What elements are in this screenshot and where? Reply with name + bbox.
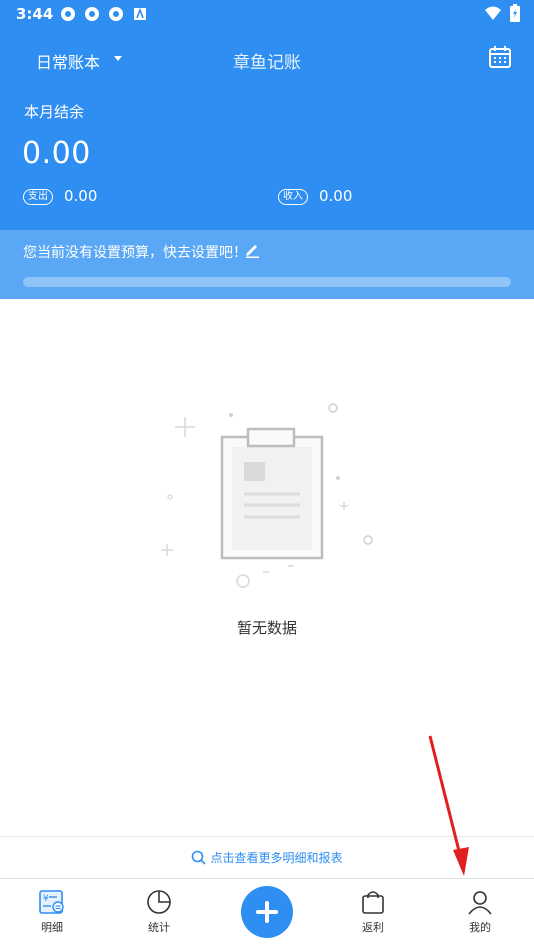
app-notification-icon (61, 7, 75, 21)
income-value: 0.00 (319, 187, 353, 205)
app-notification-icon (109, 7, 123, 21)
battery-icon (510, 4, 520, 22)
notification-icons (60, 6, 148, 22)
edit-pencil-icon[interactable] (244, 242, 260, 258)
budget-message: 您当前没有设置预算，快去设置吧！ (23, 245, 247, 261)
nav-item-stats[interactable]: 统计 (129, 889, 189, 935)
svg-text:¥: ¥ (43, 894, 49, 904)
status-time: 3:44 (16, 5, 54, 23)
nav-label-profile: 我的 (469, 921, 491, 934)
nav-item-details[interactable]: ¥ 明细 (22, 889, 82, 935)
calendar-icon[interactable] (488, 45, 512, 69)
balance-value: 0.00 (22, 136, 91, 171)
bottom-nav: ¥ 明细 统计 返利 我的 (0, 878, 534, 950)
empty-state-text: 暂无数据 (236, 619, 297, 637)
nav-label-details: 明细 (41, 921, 63, 934)
shopping-bag-icon (362, 891, 384, 914)
more-details-link[interactable]: 点击查看更多明细和报表 (0, 836, 534, 878)
nav-item-profile[interactable]: 我的 (450, 889, 510, 935)
user-profile-icon (468, 891, 492, 915)
balance-label: 本月结余 (24, 103, 85, 121)
pie-chart-icon (147, 890, 171, 914)
system-status-icons (484, 4, 520, 22)
nav-item-rebate[interactable]: 返利 (343, 889, 403, 935)
expense-badge: 支出 (23, 189, 53, 205)
app-notification-icon (85, 7, 99, 21)
search-icon (192, 850, 207, 865)
empty-clipboard-illustration (161, 403, 373, 588)
budget-progress-bar (23, 277, 511, 287)
more-details-label: 点击查看更多明细和报表 (210, 851, 343, 865)
wifi-icon (485, 6, 501, 20)
ledger-detail-icon: ¥ (39, 890, 64, 914)
font-notification-icon (134, 7, 146, 20)
expense-value: 0.00 (64, 187, 98, 205)
nav-label-stats: 统计 (148, 921, 170, 934)
income-badge: 收入 (278, 189, 308, 205)
app-title: 章鱼记账 (233, 53, 301, 73)
add-record-button[interactable] (241, 886, 293, 938)
budget-banner[interactable]: 您当前没有设置预算，快去设置吧！ (0, 230, 534, 299)
nav-label-rebate: 返利 (362, 921, 384, 934)
header-area: 3:44 日常账本 章鱼记账 本月结余 0.00 支出 0.00 收入 0.00 (0, 0, 534, 230)
status-bar: 3:44 (0, 0, 534, 28)
